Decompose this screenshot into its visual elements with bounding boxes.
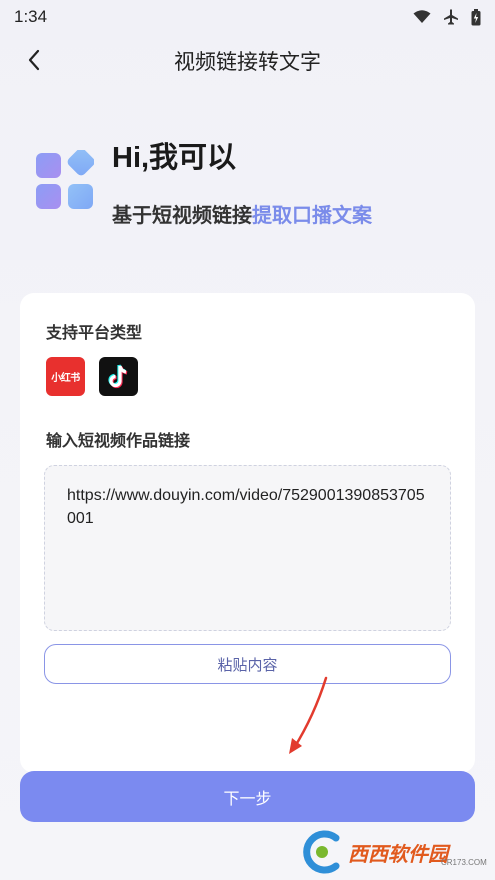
battery-icon	[471, 8, 481, 25]
nav-bar: 视频链接转文字	[0, 40, 495, 80]
input-label: 输入短视频作品链接	[46, 431, 191, 450]
status-icons	[413, 8, 481, 26]
wifi-icon	[413, 10, 431, 23]
airplane-icon	[444, 9, 458, 25]
platform-list: 小红书	[46, 357, 138, 396]
input-card: 支持平台类型 小红书 输入短视频作品链接 https://www.douyin.…	[20, 293, 475, 773]
status-bar: 1:34	[0, 0, 495, 34]
watermark-text: 西西软件园	[348, 842, 448, 866]
page-title: 视频链接转文字	[174, 50, 321, 74]
red-arrow-annotation	[289, 676, 328, 754]
watermark-logo-icon	[303, 830, 340, 874]
hero-subtitle-highlight: 提取口播文案	[252, 203, 372, 227]
douyin-icon[interactable]	[99, 357, 138, 396]
hero-section: Hi,我可以 基于短视频链接提取口播文案	[36, 130, 476, 240]
xiaohongshu-icon[interactable]: 小红书	[46, 357, 85, 396]
hero-subtitle-plain: 基于短视频链接	[112, 203, 252, 227]
watermark-url: CR173.COM	[441, 858, 487, 867]
platforms-label: 支持平台类型	[46, 323, 143, 342]
watermark: 西西软件园 CR173.COM	[296, 830, 487, 874]
app-logo-icon	[36, 150, 94, 209]
status-time: 1:34	[14, 7, 48, 26]
paste-button[interactable]: 粘贴内容	[44, 644, 451, 684]
douyin-logo-icon	[107, 364, 127, 388]
hero-subtitle: 基于短视频链接提取口播文案	[112, 199, 372, 228]
next-step-button[interactable]: 下一步	[20, 771, 475, 822]
video-link-input[interactable]: https://www.douyin.com/video/75290013908…	[44, 465, 451, 631]
hero-title: Hi,我可以	[112, 142, 237, 174]
